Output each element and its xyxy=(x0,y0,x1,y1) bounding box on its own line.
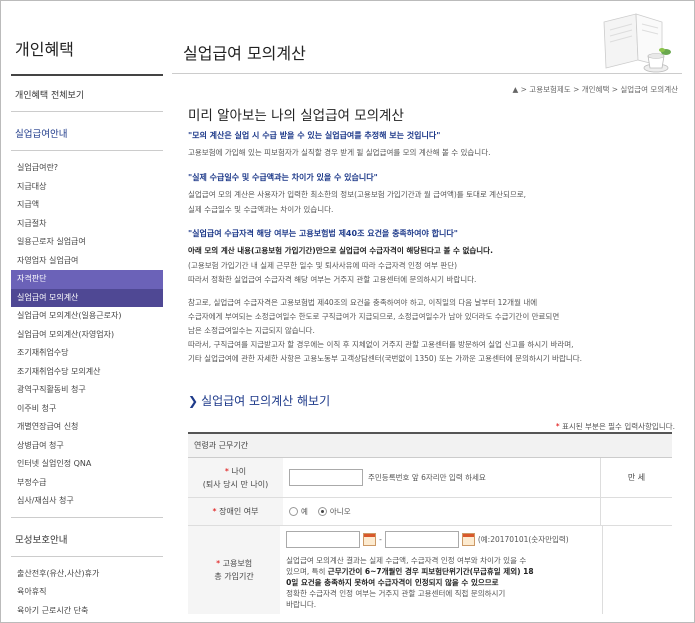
period-notice-line-1: 실업급여 모의계산 결과는 실제 수급액, 수급자격 인정 여부와 차이가 있을… xyxy=(286,556,527,565)
required-star: * xyxy=(224,466,229,476)
calculator-subtitle: ❯ 실업급여 모의계산 해보기 xyxy=(188,392,330,409)
sidebar-item[interactable]: 지급액 xyxy=(11,196,163,215)
period-notice-line-2b: 근무기간이 6~7개월인 경우 피보험단위기간(무급휴일 제외) 18 xyxy=(327,567,534,576)
sidebar-item[interactable]: 육아휴직 xyxy=(11,583,163,602)
period-notice-line-2: 있으며, 특히 근무기간이 6~7개월인 경우 피보험단위기간(무급휴일 제외)… xyxy=(286,566,596,577)
calculator-subtitle-text: 실업급여 모의계산 해보기 xyxy=(201,394,331,408)
breadcrumb[interactable]: ▲ > 고용보험제도 > 개인혜택 > 실업급여 모의계산 xyxy=(512,84,678,95)
sidebar-item[interactable]: 이주비 청구 xyxy=(11,400,163,419)
sidebar: 개인혜택 개인혜택 전체보기 실업급여안내 실업급여란? 지급대상 지급액 지급절차 일… xyxy=(11,18,163,623)
age-hint: 주민등록번호 앞 6자리만 입력 하세요 xyxy=(368,473,486,482)
period-notice-line-3: 0일 요건을 충족하지 못하여 수급자격이 인정되지 않을 수 있으므로 xyxy=(286,578,499,587)
book-cup-decoration-icon xyxy=(603,13,671,73)
sidebar-list-maternity: 출산전후(유산,사산)휴가육아휴직육아기 근로시간 단축모성보호 모의계산 xyxy=(11,557,163,623)
period-unit xyxy=(602,526,672,614)
page-title: 실업급여 모의계산 xyxy=(183,44,306,63)
calculator-form: 연령과 근무기간 * 나이 (퇴사 당시 만 나이) 주민등록번호 앞 6자리만… xyxy=(188,432,672,614)
sidebar-item[interactable]: 조기재취업수당 xyxy=(11,344,163,363)
sidebar-item[interactable]: 일용근로자 실업급여 xyxy=(11,233,163,252)
period-notice: 실업급여 모의계산 결과는 실제 수급액, 수급자격 인정 여부와 차이가 있을… xyxy=(286,555,596,610)
sidebar-item[interactable]: 실업급여 모의계산(자영업자) xyxy=(11,326,163,345)
sidebar-section-maternity[interactable]: 모성보호안내 xyxy=(11,518,163,557)
intro-note-line-1: 참고로, 실업급여 수급자격은 고용보험법 제40조의 요건을 충족하여야 하고… xyxy=(188,298,538,307)
date-range: - (예:20170101(숫자만입력) xyxy=(286,531,569,548)
age-unit: 만 세 xyxy=(600,458,672,497)
intro-section-2-text-b: 실제 수급일수 및 수급액과는 차이가 있습니다. xyxy=(188,205,334,214)
required-star: * xyxy=(216,559,221,568)
calendar-icon[interactable] xyxy=(363,533,377,546)
intro-note-line-5: 기타 실업급여에 관한 자세한 사항은 고용노동부 고객상담센터(국번없이 13… xyxy=(188,354,583,363)
sidebar-list-unemployment: 실업급여란? 지급대상 지급액 지급절차 일용근로자 실업급여 자영업자 실업급여 자격판단… xyxy=(11,151,163,518)
sidebar-item[interactable]: 부정수급 xyxy=(11,474,163,493)
sidebar-item[interactable]: 개별연장급여 신청 xyxy=(11,418,163,437)
period-label: * 고용보험 xyxy=(188,557,280,570)
intro-section-3-text-a: 아래 모의 계산 내용(고용보험 가입기간)만으로 실업급여 수급자격이 해당된… xyxy=(188,246,493,255)
disabled-no-label[interactable]: 아니오 xyxy=(330,506,351,517)
intro-section-1-heading: "모의 계산은 실업 시 수급 받을 수 있는 실업급여를 추정해 보는 것입니… xyxy=(188,131,441,140)
sidebar-item[interactable]: 조기재취업수당 모의계산 xyxy=(11,363,163,382)
sidebar-item[interactable]: 출산전후(유산,사산)휴가 xyxy=(11,565,163,584)
form-section-header: 연령과 근무기간 xyxy=(188,434,672,458)
sidebar-item[interactable]: 실업급여 모의계산 xyxy=(11,288,163,307)
calendar-icon[interactable] xyxy=(461,533,475,546)
period-label-2: 총 가입기간 xyxy=(214,572,254,581)
sidebar-item[interactable]: 지급절차 xyxy=(11,215,163,234)
age-label-cell: * 나이 (퇴사 당시 만 나이) xyxy=(188,458,283,497)
sidebar-all-link[interactable]: 개인혜택 전체보기 xyxy=(11,76,163,112)
period-notice-line-2a: 있으며, 특히 xyxy=(286,567,328,576)
intro-note-line-4: 따라서, 구직급여를 지급받고자 할 경우에는 이직 후 지체없이 거주지 관할… xyxy=(188,340,574,349)
intro-section-3-text-b: (고용보험 가입기간 내 실제 근무한 일수 및 퇴사사유에 따라 수급자격 인… xyxy=(188,261,458,270)
disabled-label-cell: * 장애인 여부 xyxy=(188,498,283,525)
sidebar-item[interactable]: 지급대상 xyxy=(11,178,163,197)
intro-section-3-heading: "실업급여 수급자격 해당 여부는 고용보험법 제40조 요건을 충족하여야 합… xyxy=(188,229,458,238)
disabled-yes-label[interactable]: 예 xyxy=(301,506,308,517)
period-input-cell: - (예:20170101(숫자만입력) 실업급여 모의계산 결과는 실제 수급… xyxy=(280,526,602,614)
period-label-text: 고용보험 xyxy=(222,559,253,568)
sidebar-item[interactable]: 광역구직활동비 청구 xyxy=(11,381,163,400)
intro-section-1-text: 고용보험에 가입해 있는 피보험자가 실직할 경우 받게 될 실업급여를 모의 … xyxy=(188,148,491,157)
sidebar-item[interactable]: 심사/재심사 청구 xyxy=(11,492,163,511)
intro-heading: 미리 알아보는 나의 실업급여 모의계산 xyxy=(188,108,404,124)
period-notice-line-5: 바랍니다. xyxy=(286,600,317,609)
required-note-text: 표시된 부분은 필수 입력사항입니다. xyxy=(559,422,675,431)
disabled-label-text: 장애인 여부 xyxy=(219,507,259,516)
start-date-input[interactable] xyxy=(286,531,361,548)
intro-note-line-2: 수급자에게 부여되는 소정급여일수 한도로 구직급여가 지급되므로, 소정급여일… xyxy=(188,312,560,321)
sidebar-item[interactable]: 실업급여란? xyxy=(11,159,163,178)
intro-section-2-text-a: 실업급여 모의 계산은 사용자가 입력한 최소한의 정보(고용보험 가입기간과 … xyxy=(188,190,527,199)
sidebar-item[interactable]: 상병급여 청구 xyxy=(11,437,163,456)
required-note: * 표시된 부분은 필수 입력사항입니다. xyxy=(556,421,675,432)
sidebar-item[interactable]: 자영업자 실업급여 xyxy=(11,252,163,271)
period-row: * 고용보험 총 가입기간 - (예:20170101(숫자만입력) 실업급여 … xyxy=(188,526,672,614)
age-sublabel: (퇴사 당시 만 나이) xyxy=(202,479,269,489)
chevron-right-icon: ❯ xyxy=(188,394,199,408)
sidebar-title: 개인혜택 xyxy=(11,18,163,76)
date-hint: (예:20170101(숫자만입력) xyxy=(477,535,569,544)
disabled-options-cell: 예 아니오 xyxy=(283,498,600,525)
age-row: * 나이 (퇴사 당시 만 나이) 주민등록번호 앞 6자리만 입력 하세요 만… xyxy=(188,458,672,498)
age-label: * 나이 xyxy=(188,465,283,478)
end-date-input[interactable] xyxy=(384,531,459,548)
disabled-no-radio[interactable] xyxy=(317,507,327,516)
intro-note-line-3: 남은 소정급여일수는 지급되지 않습니다. xyxy=(188,326,315,335)
disabled-yes-radio[interactable] xyxy=(289,507,298,516)
intro-section-3-text-c: 따라서 정확한 실업급여 수급자격 해당 여부는 거주지 관할 고용센터에 문의… xyxy=(188,275,477,284)
age-input-cell: 주민등록번호 앞 6자리만 입력 하세요 xyxy=(283,458,600,497)
age-label-text: 나이 xyxy=(231,466,247,476)
sidebar-section-unemployment[interactable]: 실업급여안내 xyxy=(11,112,163,151)
disabled-row: * 장애인 여부 예 아니오 xyxy=(188,498,672,526)
sidebar-item[interactable]: 인터넷 실업인정 QNA xyxy=(11,455,163,474)
sidebar-item[interactable]: 육아기 근로시간 단축 xyxy=(11,602,163,621)
disabled-unit xyxy=(600,498,672,525)
period-notice-line-4: 정확한 수급자격 인정 여부는 거주지 관할 고용센터에 직접 문의하시기 xyxy=(286,589,506,598)
period-label-cell: * 고용보험 총 가입기간 xyxy=(188,526,281,614)
intro-section-2-heading: "실제 수급일수 및 수급액과는 차이가 있을 수 있습니다" xyxy=(188,173,378,182)
birthdate-input[interactable] xyxy=(289,469,363,486)
sidebar-item[interactable]: 실업급여 모의계산(일용근로자) xyxy=(11,307,163,326)
disabled-label: * 장애인 여부 xyxy=(188,505,283,518)
sidebar-item[interactable]: 자격판단 xyxy=(11,270,163,289)
required-star: * xyxy=(212,507,217,516)
date-separator: - xyxy=(379,535,382,544)
